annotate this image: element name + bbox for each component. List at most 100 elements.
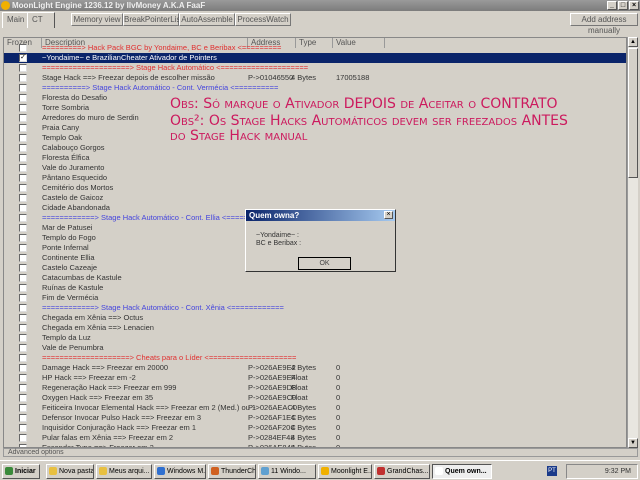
table-row[interactable]: Chegada em Xênia ==> Octus — [4, 313, 626, 323]
frozen-checkbox[interactable] — [19, 424, 27, 432]
frozen-checkbox[interactable] — [19, 364, 27, 372]
frozen-checkbox[interactable] — [19, 314, 27, 322]
vertical-scrollbar[interactable]: ▲ ▼ — [627, 37, 638, 448]
frozen-checkbox[interactable] — [19, 234, 27, 242]
frozen-checkbox[interactable] — [19, 124, 27, 132]
table-row[interactable]: Vale de Penumbra — [4, 343, 626, 353]
scroll-up-icon[interactable]: ▲ — [628, 37, 638, 47]
frozen-checkbox[interactable] — [19, 84, 27, 92]
table-row[interactable]: Catacumbas de Kastule — [4, 273, 626, 283]
taskbar-item[interactable]: Windows M... — [154, 464, 206, 479]
taskbar-item[interactable]: Quem own... — [432, 464, 492, 479]
frozen-checkbox[interactable] — [19, 304, 27, 312]
table-row[interactable]: ✓ ~Yondaime~ e BrazilianCheater Ativador … — [4, 53, 626, 63]
row-value: 17005188 — [336, 73, 370, 82]
frozen-checkbox[interactable] — [19, 384, 27, 392]
frozen-checkbox[interactable] — [19, 94, 27, 102]
table-row[interactable]: Floresta Élfica — [4, 153, 626, 163]
taskbar-item[interactable]: ThunderCh... — [208, 464, 256, 479]
breakpointer-list-button[interactable]: BreakPointerList — [123, 13, 183, 26]
dialog-close-button[interactable]: × — [384, 211, 393, 219]
table-row[interactable]: Vale do Juramento — [4, 163, 626, 173]
table-row[interactable]: Inquisidor Conjuração Hack ==> Freezar e… — [4, 423, 626, 433]
maximize-button[interactable]: □ — [618, 1, 628, 10]
table-row[interactable]: Chegada em Xênia ==> Lenacien — [4, 323, 626, 333]
tab-main[interactable]: Main — [2, 12, 28, 28]
processwatch-button[interactable]: ProcessWatch — [235, 13, 291, 26]
frozen-checkbox[interactable] — [19, 264, 27, 272]
table-row[interactable]: HP Hack ==> Freezar em -2 P->026AE9E4 Floa… — [4, 373, 626, 383]
row-value: 0 — [336, 363, 341, 372]
frozen-checkbox[interactable] — [19, 144, 27, 152]
frozen-checkbox[interactable] — [19, 334, 27, 342]
advanced-options[interactable]: Advanced options — [3, 448, 638, 457]
frozen-checkbox[interactable] — [19, 374, 27, 382]
frozen-checkbox[interactable] — [19, 224, 27, 232]
taskbar-item[interactable]: GrandChas... — [374, 464, 430, 479]
frozen-checkbox[interactable] — [19, 274, 27, 282]
autoassemble-button[interactable]: AutoAssemble — [179, 13, 235, 26]
table-row[interactable]: Stage Hack ==> Freezar depois de escolhe… — [4, 73, 626, 83]
ok-button[interactable]: OK — [298, 257, 351, 270]
table-row[interactable]: Calabouço Gorgos — [4, 143, 626, 153]
table-row[interactable]: Fim de Vermécia — [4, 293, 626, 303]
minimize-button[interactable]: _ — [607, 1, 617, 10]
table-row[interactable]: Cemitério dos Mortos — [4, 183, 626, 193]
row-address: P->026AEAC0 — [248, 403, 297, 412]
memory-view-button[interactable]: Memory view — [71, 13, 123, 26]
close-button[interactable]: × — [629, 1, 639, 10]
scroll-thumb[interactable] — [628, 48, 638, 178]
table-row[interactable]: ====================> Cheats para o Líde… — [4, 353, 626, 363]
scroll-down-icon[interactable]: ▼ — [628, 438, 638, 448]
taskbar-item[interactable]: Nova pasta — [46, 464, 94, 479]
frozen-checkbox[interactable] — [19, 294, 27, 302]
frozen-checkbox[interactable] — [19, 394, 27, 402]
table-row[interactable]: Castelo de Gaicoz — [4, 193, 626, 203]
frozen-checkbox[interactable] — [19, 104, 27, 112]
table-row[interactable]: =========> Hack Pack BGC by Yondaime, BC… — [4, 43, 626, 53]
frozen-checkbox[interactable] — [19, 204, 27, 212]
taskbar-item-label: Windows M... — [167, 468, 206, 475]
tab-ct[interactable]: CT — [27, 12, 55, 28]
table-row[interactable]: Damage Hack ==> Freezar em 20000 P->026AE… — [4, 363, 626, 373]
table-row[interactable]: Ruínas de Kastule — [4, 283, 626, 293]
frozen-checkbox[interactable] — [19, 244, 27, 252]
start-button[interactable]: Iniciar — [2, 464, 40, 479]
table-row[interactable]: Regeneração Hack ==> Freezar em 999 P->02… — [4, 383, 626, 393]
frozen-checkbox[interactable] — [19, 254, 27, 262]
table-row[interactable]: Pântano Esquecido — [4, 173, 626, 183]
table-row[interactable]: Defensor Invocar Pulso Hack ==> Freezar … — [4, 413, 626, 423]
frozen-checkbox[interactable] — [19, 74, 27, 82]
frozen-checkbox[interactable] — [19, 114, 27, 122]
table-row[interactable]: Oxygen Hack ==> Freezar em 35 P->026AE9C0… — [4, 393, 626, 403]
frozen-checkbox[interactable] — [19, 214, 27, 222]
frozen-checkbox[interactable]: ✓ — [19, 54, 27, 62]
table-row[interactable]: ==========> Stage Hack Automático - Cont… — [4, 83, 626, 93]
table-row[interactable]: Pular falas em Xênia ==> Freezar em 2 P->… — [4, 433, 626, 443]
frozen-checkbox[interactable] — [19, 164, 27, 172]
add-address-button[interactable]: Add address manually — [570, 13, 638, 35]
language-indicator[interactable]: PT — [547, 466, 557, 476]
frozen-checkbox[interactable] — [19, 414, 27, 422]
taskbar-item[interactable]: Moonlight E... — [318, 464, 372, 479]
frozen-checkbox[interactable] — [19, 134, 27, 142]
frozen-checkbox[interactable] — [19, 44, 27, 52]
frozen-checkbox[interactable] — [19, 64, 27, 72]
frozen-checkbox[interactable] — [19, 404, 27, 412]
taskbar-item[interactable]: 11 Windo... — [258, 464, 316, 479]
table-row[interactable]: Templo da Luz — [4, 333, 626, 343]
frozen-checkbox[interactable] — [19, 354, 27, 362]
frozen-checkbox[interactable] — [19, 194, 27, 202]
table-row[interactable]: ============> Stage Hack Automático - Co… — [4, 303, 626, 313]
frozen-checkbox[interactable] — [19, 344, 27, 352]
frozen-checkbox[interactable] — [19, 284, 27, 292]
table-row[interactable]: ====================> Stage Hack Automát… — [4, 63, 626, 73]
frozen-checkbox[interactable] — [19, 324, 27, 332]
frozen-checkbox[interactable] — [19, 184, 27, 192]
row-description: Vale do Juramento — [42, 163, 105, 172]
frozen-checkbox[interactable] — [19, 174, 27, 182]
taskbar-item[interactable]: Meus arqui... — [96, 464, 152, 479]
frozen-checkbox[interactable] — [19, 434, 27, 442]
table-row[interactable]: Feiticeira Invocar Elemental Hack ==> Fr… — [4, 403, 626, 413]
frozen-checkbox[interactable] — [19, 154, 27, 162]
